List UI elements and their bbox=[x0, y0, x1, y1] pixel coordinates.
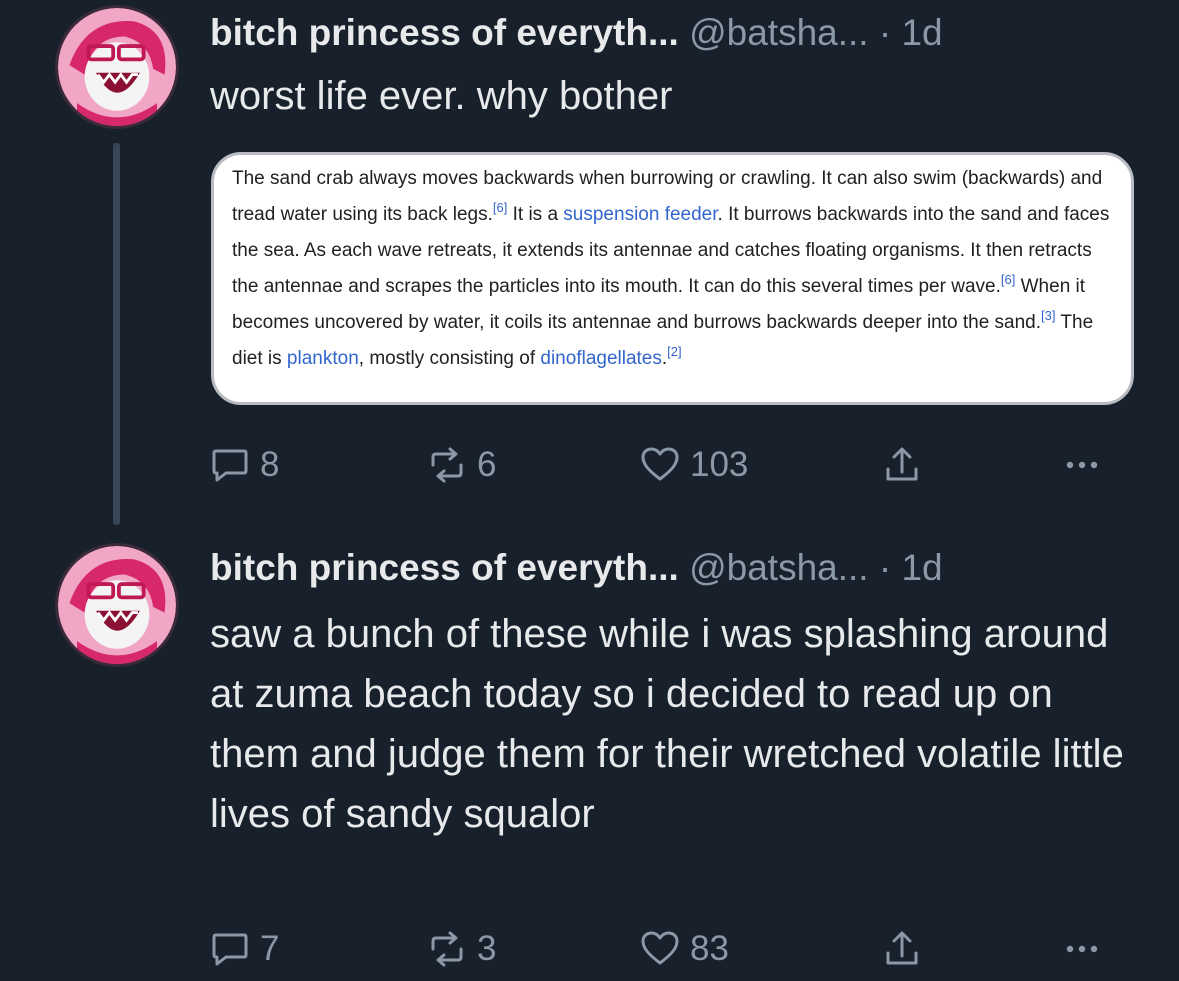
author-handle[interactable]: @batsha... bbox=[689, 12, 869, 53]
tweet-header: bitch princess of everyth... @batsha... … bbox=[210, 8, 943, 58]
retweet-button[interactable]: 6 bbox=[427, 445, 496, 485]
retweet-count: 3 bbox=[477, 929, 497, 968]
heart-outline-icon bbox=[641, 931, 679, 965]
reply-count: 8 bbox=[260, 445, 280, 484]
avatar[interactable] bbox=[55, 543, 179, 667]
citation-link[interactable]: [2] bbox=[667, 344, 681, 359]
wiki-link-plankton[interactable]: plankton bbox=[287, 348, 359, 369]
reply-count: 7 bbox=[260, 929, 280, 968]
author-name[interactable]: bitch princess of everyth... bbox=[210, 547, 679, 588]
like-button[interactable]: 83 bbox=[640, 929, 729, 969]
wiki-link-dinoflagellates[interactable]: dinoflagellates bbox=[540, 348, 661, 369]
embedded-wikipedia-screenshot[interactable]: The sand crab always moves backwards whe… bbox=[211, 152, 1134, 405]
tweet-text: saw a bunch of these while i was splashi… bbox=[210, 612, 1124, 836]
citation-link[interactable]: [6] bbox=[493, 200, 507, 215]
avatar[interactable] bbox=[55, 5, 179, 129]
timestamp[interactable]: 1d bbox=[901, 547, 942, 588]
like-count: 83 bbox=[690, 929, 729, 968]
more-options-button[interactable] bbox=[1062, 445, 1102, 485]
share-button[interactable] bbox=[882, 445, 922, 485]
tweet[interactable]: bitch princess of everyth... @batsha... … bbox=[0, 540, 1179, 981]
speech-bubble-icon bbox=[212, 933, 248, 966]
speech-bubble-icon bbox=[212, 449, 248, 482]
separator-dot: · bbox=[878, 12, 892, 53]
ellipsis-icon bbox=[1066, 461, 1098, 469]
wiki-text: It is a bbox=[507, 204, 564, 225]
tweet-header: bitch princess of everyth... @batsha... … bbox=[210, 543, 943, 593]
author-handle[interactable]: @batsha... bbox=[689, 547, 869, 588]
wiki-text: , mostly consisting of bbox=[358, 348, 541, 369]
tweet-text: worst life ever. why bother bbox=[210, 74, 673, 118]
tweet[interactable]: bitch princess of everyth... @batsha... … bbox=[0, 0, 1179, 540]
tweet-actions: 7 3 83 bbox=[210, 929, 1130, 969]
citation-link[interactable]: [6] bbox=[1001, 272, 1015, 287]
share-upload-icon bbox=[886, 931, 918, 965]
author-name[interactable]: bitch princess of everyth... bbox=[210, 12, 679, 53]
reply-button[interactable]: 7 bbox=[210, 929, 279, 969]
thread-line bbox=[113, 143, 120, 525]
reply-button[interactable]: 8 bbox=[210, 445, 279, 485]
retweet-arrows-icon bbox=[431, 447, 463, 483]
share-button[interactable] bbox=[882, 929, 922, 969]
avatar-image bbox=[58, 546, 176, 664]
retweet-count: 6 bbox=[477, 445, 497, 484]
separator-dot: · bbox=[878, 547, 892, 588]
avatar-image bbox=[58, 8, 176, 126]
timestamp[interactable]: 1d bbox=[901, 12, 942, 53]
more-options-button[interactable] bbox=[1062, 929, 1102, 969]
citation-link[interactable]: [3] bbox=[1041, 308, 1055, 323]
like-button[interactable]: 103 bbox=[640, 445, 748, 485]
ellipsis-icon bbox=[1066, 945, 1098, 953]
heart-outline-icon bbox=[641, 447, 679, 481]
retweet-arrows-icon bbox=[431, 931, 463, 967]
share-upload-icon bbox=[886, 447, 918, 481]
like-count: 103 bbox=[690, 445, 749, 484]
wiki-link-suspension-feeder[interactable]: suspension feeder bbox=[563, 204, 717, 225]
retweet-button[interactable]: 3 bbox=[427, 929, 496, 969]
tweet-actions: 8 6 103 bbox=[210, 445, 1130, 485]
